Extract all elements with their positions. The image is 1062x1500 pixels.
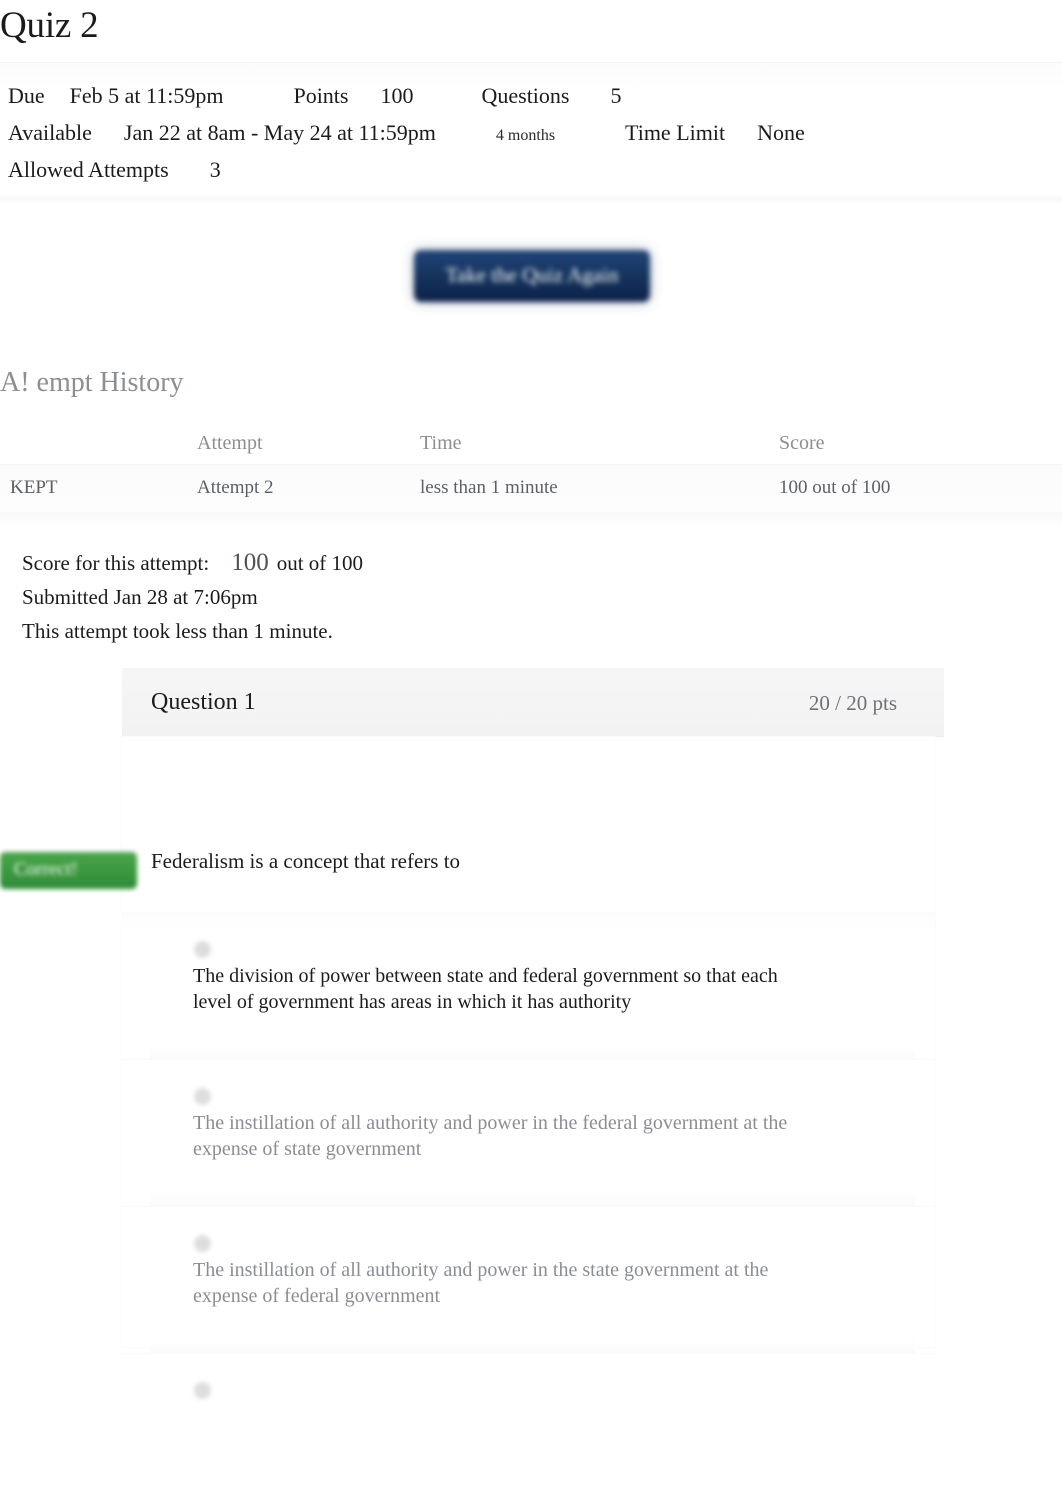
score-for-attempt-suffix: out of 100	[276, 551, 364, 575]
question-prompt: Federalism is a concept that refers to	[151, 849, 461, 873]
take-quiz-again-button[interactable]: Take the Quiz Again	[413, 250, 651, 302]
attempt-history-heading: A! empt History	[0, 367, 184, 398]
correct-answer-badge: Correct!	[0, 852, 138, 889]
points-label: Points	[293, 83, 349, 108]
attempt-kept-badge: KEPT	[10, 477, 58, 498]
score-for-attempt-line: Score for this attempt: 100 out of 100	[22, 546, 363, 580]
available-duration-note: 4 months	[495, 127, 556, 144]
answer-option[interactable]	[122, 1353, 935, 1500]
question-points: 20 / 20 pts	[808, 691, 897, 715]
time-limit-value: None	[757, 120, 805, 145]
answer-divider	[150, 1339, 915, 1353]
question-card: Question 1 20 / 20 pts Federalism is a c…	[122, 668, 944, 1399]
attempt-history-footer	[0, 512, 1062, 528]
attempt-history-table: Attempt Time Score KEPT Attempt 2 less t…	[0, 420, 1062, 514]
radio-button-icon[interactable]	[194, 941, 211, 958]
due-label: Due	[8, 83, 45, 108]
answer-options-list: The division of power between state and …	[122, 912, 935, 1500]
answer-option-label: The instillation of all authority and po…	[193, 1259, 769, 1307]
radio-button-icon[interactable]	[194, 1088, 211, 1105]
score-for-attempt-label: Score for this attempt:	[22, 551, 210, 575]
allowed-attempts-value: 3	[209, 157, 221, 182]
answer-option-label: The instillation of all authority and po…	[193, 1112, 788, 1160]
attempt-history-header-row: Attempt Time Score	[0, 420, 1062, 464]
answer-option[interactable]: The division of power between state and …	[122, 912, 935, 1059]
attempt-score: 100 out of 100	[779, 477, 891, 498]
question-header: Question 1 20 / 20 pts	[122, 668, 944, 737]
question-body: Federalism is a concept that refers to T…	[122, 737, 935, 1399]
submitted-timestamp: Submitted Jan 28 at 7:06pm	[22, 585, 258, 609]
page-title: Quiz 2	[0, 5, 99, 46]
answer-option[interactable]: The instillation of all authority and po…	[122, 1059, 935, 1206]
column-header-attempt: Attempt	[197, 432, 263, 454]
attempt-link[interactable]: Attempt 2	[197, 475, 274, 501]
column-header-time: Time	[420, 432, 462, 454]
due-value: Feb 5 at 11:59pm	[69, 83, 224, 108]
available-value: Jan 22 at 8am - May 24 at 11:59pm	[123, 120, 436, 145]
radio-button-icon[interactable]	[194, 1382, 211, 1399]
table-row: KEPT Attempt 2 less than 1 minute 100 ou…	[0, 464, 1062, 514]
quiz-details-panel: Due Feb 5 at 11:59pm Points 100 Question…	[0, 62, 1062, 204]
answer-option-label: The division of power between state and …	[193, 965, 778, 1013]
attempt-summary: Score for this attempt: 100 out of 100 Sub…	[22, 546, 363, 648]
attempt-time: less than 1 minute	[420, 477, 558, 498]
questions-label: Questions	[481, 83, 570, 108]
time-limit-label: Time Limit	[625, 120, 726, 145]
answer-divider	[150, 1045, 915, 1059]
points-value: 100	[380, 83, 414, 108]
answer-option[interactable]: The instillation of all authority and po…	[122, 1206, 935, 1353]
quiz-actions: Take the Quiz Again	[0, 250, 1062, 302]
quiz-details-rows: Due Feb 5 at 11:59pm Points 100 Question…	[8, 81, 1048, 192]
quiz-details-row-3: Allowed Attempts 3	[8, 155, 1048, 192]
question-number: Question 1	[151, 689, 256, 715]
radio-button-icon[interactable]	[194, 1235, 211, 1252]
column-header-score: Score	[779, 432, 825, 454]
quiz-details-row-2: Available Jan 22 at 8am - May 24 at 11:5…	[8, 118, 1048, 155]
score-for-attempt-value: 100	[231, 549, 269, 576]
quiz-details-row-1: Due Feb 5 at 11:59pm Points 100 Question…	[8, 81, 1048, 118]
attempt-duration-text: This attempt took less than 1 minute.	[22, 619, 333, 643]
questions-value: 5	[610, 83, 622, 108]
allowed-attempts-label: Allowed Attempts	[8, 157, 169, 182]
available-label: Available	[8, 120, 92, 145]
answer-divider	[150, 1192, 915, 1206]
